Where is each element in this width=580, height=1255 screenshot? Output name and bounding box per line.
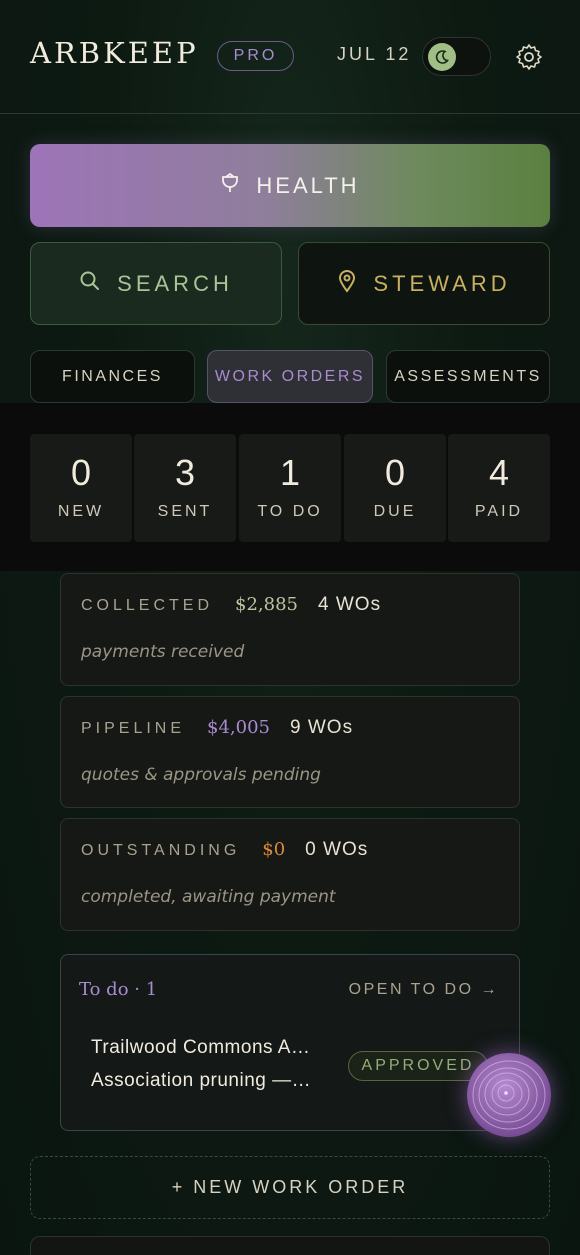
moon-icon <box>428 43 456 71</box>
stat-due[interactable]: 0 DUE <box>344 434 446 542</box>
new-work-order-button[interactable]: + NEW WORK ORDER <box>30 1156 550 1219</box>
search-icon <box>79 270 101 298</box>
app-logo: ARBKEEP <box>30 36 199 70</box>
stat-to-do[interactable]: 1 TO DO <box>239 434 341 542</box>
todo-card: To do · 1 OPEN TO DO → Trailwood Commons… <box>60 954 520 1131</box>
stat-label: TO DO <box>257 503 323 520</box>
tab-finances[interactable]: FINANCES <box>30 350 195 403</box>
card-title: COLLECTED <box>81 597 214 614</box>
todo-item-description[interactable]: Association pruning —… <box>91 1070 331 1092</box>
card-subtitle: payments received <box>81 642 245 662</box>
todo-title: To do · 1 <box>79 979 158 1000</box>
card-amount: $0 <box>262 839 286 860</box>
search-button[interactable]: SEARCH <box>30 242 282 325</box>
steward-label: STEWARD <box>373 270 511 296</box>
stat-new[interactable]: 0 NEW <box>30 434 132 542</box>
current-date: JUL 12 <box>337 44 412 64</box>
tree-ring-assistant-icon[interactable] <box>467 1053 551 1137</box>
shield-icon <box>220 172 240 200</box>
stat-paid[interactable]: 4 PAID <box>448 434 550 542</box>
map-pin-icon <box>337 269 357 299</box>
pipeline-card[interactable]: PIPELINE $4,005 9 WOs quotes & approvals… <box>60 696 520 808</box>
card-subtitle: quotes & approvals pending <box>81 765 321 785</box>
search-label: SEARCH <box>117 270 233 296</box>
card-amount: $4,005 <box>207 717 271 738</box>
app-header: ARBKEEP PRO JUL 12 <box>0 0 580 114</box>
list-item <box>30 1236 550 1255</box>
theme-toggle[interactable] <box>422 37 491 76</box>
stat-value: 0 <box>70 452 92 493</box>
stat-sent[interactable]: 3 SENT <box>134 434 236 542</box>
health-label: HEALTH <box>256 172 360 198</box>
stat-value: 4 <box>488 452 510 493</box>
stat-label: NEW <box>57 503 105 520</box>
card-count: 9 WOs <box>290 717 354 738</box>
health-button[interactable]: HEALTH <box>30 144 550 227</box>
card-subtitle: completed, awaiting payment <box>81 887 336 907</box>
open-todo-link[interactable]: OPEN TO DO → <box>349 981 499 999</box>
card-count: 0 WOs <box>305 839 369 860</box>
card-title: PIPELINE <box>81 720 186 737</box>
pro-badge[interactable]: PRO <box>217 41 294 71</box>
stat-value: 1 <box>279 452 301 493</box>
stat-value: 0 <box>384 452 406 493</box>
todo-item-title[interactable]: Trailwood Commons A… <box>91 1037 331 1059</box>
tab-assessments[interactable]: ASSESSMENTS <box>386 350 550 403</box>
stat-label: SENT <box>157 503 213 520</box>
stat-label: DUE <box>373 503 417 520</box>
outstanding-card[interactable]: OUTSTANDING $0 0 WOs completed, awaiting… <box>60 818 520 931</box>
card-title: OUTSTANDING <box>81 842 241 859</box>
stat-value: 3 <box>174 452 196 493</box>
collected-card[interactable]: COLLECTED $2,885 4 WOs payments received <box>60 573 520 686</box>
card-count: 4 WOs <box>318 594 382 615</box>
tab-work-orders[interactable]: WORK ORDERS <box>207 350 373 403</box>
steward-button[interactable]: STEWARD <box>298 242 550 325</box>
card-amount: $2,885 <box>235 594 299 615</box>
settings-gear-icon[interactable] <box>514 42 544 72</box>
stat-label: PAID <box>474 503 524 520</box>
